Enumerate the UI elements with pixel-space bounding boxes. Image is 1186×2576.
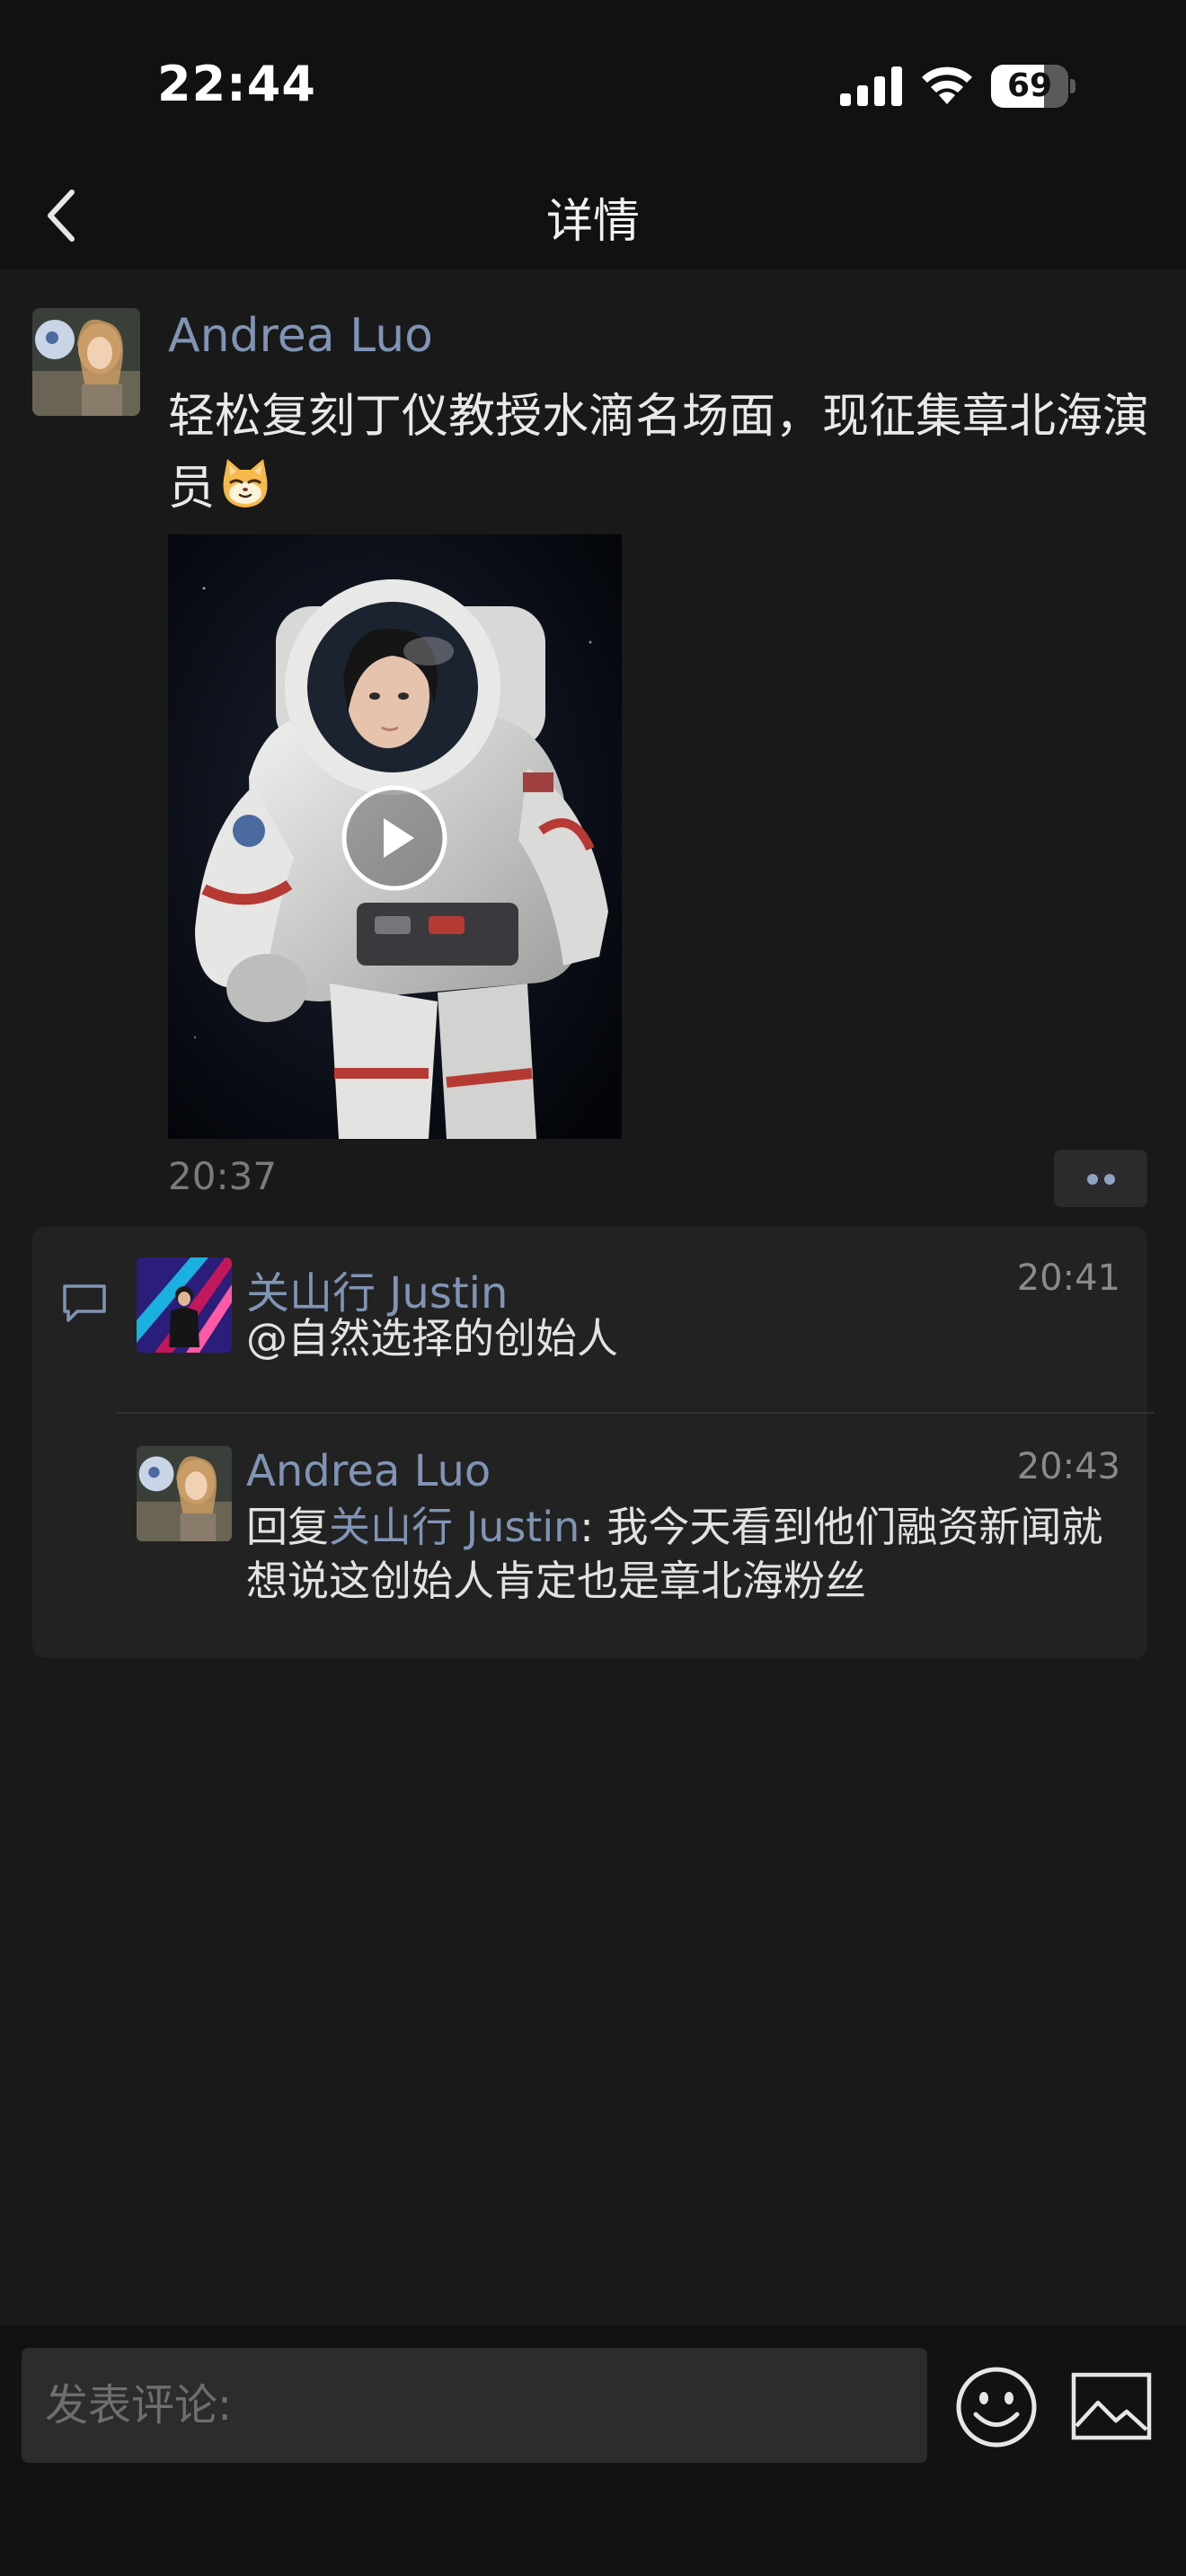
post-time: 20:37	[168, 1154, 278, 1198]
post-author-name[interactable]: Andrea Luo	[168, 309, 433, 363]
comment-author-avatar[interactable]	[137, 1257, 232, 1353]
reply-prefix: 回复	[246, 1503, 329, 1551]
post-author-avatar[interactable]	[32, 308, 140, 416]
comment-author[interactable]: Andrea Luo	[246, 1446, 491, 1496]
comment-time: 20:41	[1016, 1257, 1120, 1299]
comment-input[interactable]	[22, 2348, 927, 2463]
battery-nub	[1070, 79, 1075, 93]
post-text-content: 轻松复刻丁仪教授水滴名场面，现征集章北海演员	[168, 390, 1150, 516]
cellular-signal-icon	[840, 66, 902, 106]
battery-icon: 69	[991, 65, 1075, 108]
status-bar: 22:44 69	[0, 0, 1186, 162]
comments-panel: 关山行 Justin 20:41 @自然选择的创始人 Andrea Luo 20…	[32, 1227, 1154, 1658]
cat-face-emoji	[223, 459, 268, 507]
post-text: 轻松复刻丁仪教授水滴名场面，现征集章北海演员	[168, 381, 1165, 525]
status-time: 22:44	[157, 56, 316, 112]
comment-text[interactable]: @自然选择的创始人	[246, 1311, 1136, 1365]
comment-divider	[117, 1412, 1154, 1414]
comment-text[interactable]: 回复关山行 Justin: 我今天看到他们融资新闻就想说这创始人肯定也是章北海粉…	[246, 1500, 1136, 1608]
page-title: 详情	[545, 195, 640, 249]
more-dots-icon	[1104, 1174, 1115, 1185]
play-icon[interactable]	[341, 785, 447, 891]
nav-bar: 详情	[0, 162, 1186, 269]
battery-percent: 69	[1006, 67, 1053, 104]
more-dots-icon	[1087, 1174, 1098, 1185]
wifi-icon	[922, 66, 972, 104]
comment-bubble-icon	[63, 1284, 106, 1322]
comment-author-avatar[interactable]	[137, 1446, 232, 1541]
image-icon[interactable]	[1071, 2372, 1152, 2440]
comment-time: 20:43	[1016, 1446, 1120, 1487]
post-video[interactable]	[168, 534, 622, 1139]
more-dots-button[interactable]	[1054, 1150, 1147, 1207]
comment-input-bar	[0, 2325, 1186, 2576]
reply-to-user[interactable]: 关山行 Justin	[329, 1503, 580, 1551]
smiley-icon[interactable]	[954, 2365, 1039, 2449]
astronaut-video-thumbnail	[168, 534, 622, 1139]
